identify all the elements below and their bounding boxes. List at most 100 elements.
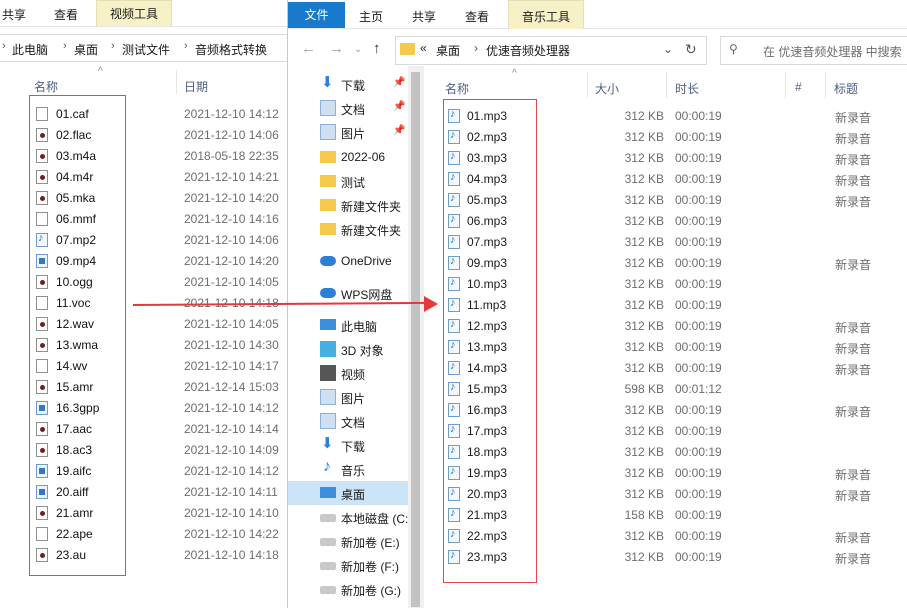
file-title: 新录音 xyxy=(835,174,872,188)
file-size: 312 KB xyxy=(624,256,664,270)
scrollbar-thumb[interactable] xyxy=(411,72,420,607)
nav-item[interactable]: OneDrive xyxy=(288,249,408,273)
nav-item[interactable]: 新加卷 (G:) xyxy=(288,577,408,601)
file-date: 2021-12-10 14:20 xyxy=(184,191,279,205)
file-date: 2021-12-10 14:06 xyxy=(184,233,279,247)
chevron-down-icon[interactable]: ⌄ xyxy=(663,42,673,56)
nav-item[interactable]: 图片 📌 xyxy=(288,120,408,144)
tab-music-tools[interactable]: 音乐工具 xyxy=(508,0,584,29)
search-input[interactable]: 在 优速音频处理器 中搜索 xyxy=(763,43,902,60)
front-navigation-bar: ← → ⌄ ↑ « 桌面 › 优速音频处理器 ⌄ ↻ ⚲ 在 优速音频处理器 中… xyxy=(288,36,907,65)
nav-item[interactable]: ⬇ 下载 xyxy=(288,433,408,457)
file-duration: 00:00:19 xyxy=(675,256,722,270)
nav-item-label: 3D 对象 xyxy=(341,344,384,358)
breadcrumb-item[interactable]: 音频格式转换 xyxy=(195,41,267,58)
back-tab-view[interactable]: 查看 xyxy=(54,6,78,23)
nav-item-label: 测试 xyxy=(341,176,366,190)
folder-icon xyxy=(400,43,415,55)
column-duration[interactable]: 时长 xyxy=(675,80,699,97)
back-tab-video-tools-label: 视频工具 xyxy=(109,7,158,21)
column-divider[interactable] xyxy=(825,72,826,98)
nav-item[interactable]: 此电脑 xyxy=(288,313,408,337)
column-title[interactable]: 标题 xyxy=(834,80,858,97)
nav-item[interactable]: 新加卷 (F:) xyxy=(288,553,408,577)
file-duration: 00:00:19 xyxy=(675,130,722,144)
nav-item-label: 音乐 xyxy=(341,464,366,478)
sort-up-icon: ^ xyxy=(98,66,103,77)
column-name[interactable]: 名称 xyxy=(445,80,469,97)
column-date[interactable]: 日期 xyxy=(184,78,208,95)
column-divider[interactable] xyxy=(666,72,667,98)
nav-item[interactable]: 文档 xyxy=(288,409,408,433)
column-divider[interactable] xyxy=(785,72,786,98)
file-duration: 00:00:19 xyxy=(675,298,722,312)
refresh-button[interactable]: ↻ xyxy=(678,36,707,65)
nav-item[interactable]: 3D 对象 xyxy=(288,337,408,361)
column-number[interactable]: # xyxy=(795,80,802,94)
nav-item[interactable]: ⬇ 下载 📌 xyxy=(288,72,408,96)
breadcrumb-item[interactable]: 测试文件 xyxy=(122,41,170,58)
file-date: 2021-12-10 14:05 xyxy=(184,317,279,331)
front-window-ribbon: 文件 主页 共享 查看 音乐工具 xyxy=(288,0,907,29)
nav-item-label: 图片 xyxy=(341,127,366,141)
back-tab-share[interactable]: 共享 xyxy=(2,6,26,23)
breadcrumb-item[interactable]: 此电脑 xyxy=(12,41,48,58)
drive-icon xyxy=(320,514,336,522)
nav-item[interactable]: 新加卷 (E:) xyxy=(288,529,408,553)
red-highlight-box-right xyxy=(443,99,537,583)
download-arrow-icon: ⬇ xyxy=(321,74,334,91)
nav-item[interactable]: 2022-06 xyxy=(288,145,408,169)
file-duration: 00:00:19 xyxy=(675,445,722,459)
forward-arrow-icon[interactable]: → xyxy=(329,40,344,57)
nav-item[interactable]: 图片 xyxy=(288,385,408,409)
breadcrumb-item[interactable]: 桌面 xyxy=(436,42,460,59)
file-size: 312 KB xyxy=(624,487,664,501)
column-divider[interactable] xyxy=(587,72,588,98)
chevron-right-icon: › xyxy=(63,40,67,52)
drive-icon xyxy=(320,538,336,546)
tab-file[interactable]: 文件 xyxy=(288,2,345,28)
nav-item[interactable]: 文档 📌 xyxy=(288,96,408,120)
column-name[interactable]: 名称 xyxy=(34,78,58,95)
nav-item[interactable]: 桌面 xyxy=(288,481,408,505)
sort-up-icon: ^ xyxy=(512,68,517,79)
front-address-bar[interactable]: « 桌面 › 优速音频处理器 ⌄ xyxy=(395,36,704,65)
file-date: 2021-12-10 14:20 xyxy=(184,254,279,268)
file-title: 新录音 xyxy=(835,468,872,482)
file-size: 312 KB xyxy=(624,298,664,312)
tab-home[interactable]: 主页 xyxy=(359,8,383,25)
column-divider[interactable] xyxy=(176,70,177,94)
navigation-pane-scrollbar[interactable] xyxy=(408,66,424,608)
nav-item-label: 新建文件夹 xyxy=(341,200,402,214)
file-title: 新录音 xyxy=(835,531,872,545)
tab-view[interactable]: 查看 xyxy=(465,8,489,25)
nav-item[interactable]: ♪ 音乐 xyxy=(288,457,408,481)
back-window-ribbon: 共享 查看 视频工具 xyxy=(0,0,290,27)
pin-icon[interactable]: 📌 xyxy=(393,101,405,112)
tab-share[interactable]: 共享 xyxy=(412,8,436,25)
nav-item[interactable]: 测试 xyxy=(288,169,408,193)
file-size: 312 KB xyxy=(624,193,664,207)
document-icon xyxy=(320,413,336,429)
nav-item[interactable]: 视频 xyxy=(288,361,408,385)
address-overflow[interactable]: « xyxy=(420,41,427,55)
up-arrow-icon[interactable]: ↑ xyxy=(373,40,381,57)
nav-item[interactable]: 新建文件夹 xyxy=(288,193,408,217)
back-arrow-icon[interactable]: ← xyxy=(301,40,316,57)
pin-icon[interactable]: 📌 xyxy=(393,125,405,136)
nav-item[interactable]: 新建文件夹 xyxy=(288,217,408,241)
back-tab-video-tools[interactable]: 视频工具 xyxy=(96,0,172,26)
pin-icon[interactable]: 📌 xyxy=(393,77,405,88)
nav-item-label: 文档 xyxy=(341,416,366,430)
nav-item-label: 图片 xyxy=(341,392,366,406)
search-box[interactable]: ⚲ 在 优速音频处理器 中搜索 xyxy=(720,36,907,65)
column-size[interactable]: 大小 xyxy=(595,80,619,97)
nav-item[interactable]: 本地磁盘 (C: xyxy=(288,505,408,529)
breadcrumb-item[interactable]: 桌面 xyxy=(74,41,98,58)
file-title: 新录音 xyxy=(835,342,872,356)
recent-locations-chevron-icon[interactable]: ⌄ xyxy=(354,44,362,55)
file-duration: 00:00:19 xyxy=(675,487,722,501)
nav-item-label: 本地磁盘 (C: xyxy=(341,512,409,526)
back-address-bar[interactable]: › 此电脑 › 桌面 › 测试文件 › 音频格式转换 xyxy=(0,34,291,62)
breadcrumb-item[interactable]: 优速音频处理器 xyxy=(486,42,570,59)
